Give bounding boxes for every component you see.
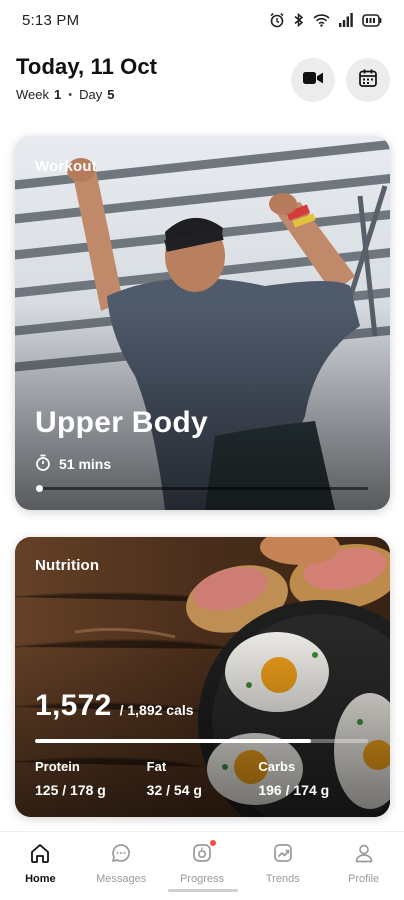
workout-title: Upper Body	[35, 406, 209, 439]
signal-icon	[339, 13, 353, 27]
macro-list: Protein 125 / 178 g Fat 32 / 54 g Carbs …	[35, 759, 370, 798]
nav-label: Trends	[265, 873, 300, 885]
nav-home[interactable]: Home	[0, 832, 81, 900]
workout-duration-text: 51 mins	[59, 456, 112, 472]
calorie-progress-fill	[35, 739, 312, 743]
macro-carbs: Carbs 196 / 174 g	[258, 759, 370, 798]
alarm-icon	[269, 12, 285, 28]
macro-target: / 54 g	[166, 782, 202, 798]
calendar-button[interactable]	[346, 58, 390, 102]
macro-target: / 178 g	[62, 782, 106, 798]
nav-trends[interactable]: Trends	[242, 832, 323, 900]
video-call-button[interactable]	[291, 58, 335, 102]
nav-label: Progress	[179, 873, 224, 885]
nutrition-card[interactable]: Nutrition 1,572 / 1,892 cals Protein 125…	[15, 537, 390, 817]
macro-name: Fat	[146, 759, 167, 774]
video-camera-icon	[302, 70, 324, 91]
day-value: 5	[107, 87, 115, 102]
home-icon	[27, 840, 53, 866]
trends-icon	[270, 840, 296, 866]
person-icon	[351, 840, 377, 866]
macro-value: 125 / 178 g	[35, 782, 147, 798]
nutrition-label: Nutrition	[35, 557, 100, 574]
workout-duration: 51 mins	[35, 454, 111, 474]
workout-card[interactable]: Workout Upper Body 51 mins	[15, 136, 390, 510]
battery-icon	[362, 13, 382, 27]
notification-badge	[208, 839, 217, 847]
day-label: Day	[79, 87, 103, 102]
workout-progress-bar	[36, 485, 368, 492]
home-indicator	[168, 889, 238, 892]
macro-consumed: 196	[258, 782, 282, 798]
header-actions	[291, 58, 390, 102]
status-bar: 5:13 PM	[0, 0, 404, 40]
week-label: Week	[16, 87, 49, 102]
header: Today, 11 Oct Week 1 • Day 5	[16, 54, 390, 106]
status-icons	[269, 12, 382, 28]
status-time: 5:13 PM	[22, 11, 80, 29]
macro-name: Carbs	[258, 759, 296, 774]
workout-label: Workout	[35, 158, 97, 175]
calories-consumed: 1,572	[35, 689, 112, 722]
calories-target: / 1,892 cals	[119, 702, 194, 718]
wifi-icon	[313, 13, 330, 27]
separator-dot: •	[68, 88, 73, 101]
macro-consumed: 125	[35, 782, 59, 798]
progress-icon	[189, 839, 217, 866]
workout-progress-indicator	[36, 485, 43, 492]
bluetooth-icon	[294, 12, 304, 28]
macro-fat: Fat 32 / 54 g	[147, 759, 259, 798]
nav-label: Home	[25, 873, 56, 885]
nav-messages[interactable]: Messages	[81, 832, 162, 900]
macro-value: 196 / 174 g	[258, 782, 370, 798]
macro-value: 32 / 54 g	[147, 782, 259, 798]
chat-bubble-icon	[108, 840, 134, 866]
nav-profile[interactable]: Profile	[323, 832, 404, 900]
macro-name: Protein	[35, 759, 80, 774]
nav-label: Profile	[347, 873, 380, 885]
calendar-icon	[358, 68, 378, 93]
stopwatch-icon	[35, 454, 51, 474]
macro-protein: Protein 125 / 178 g	[35, 759, 147, 798]
calorie-progress-bar	[35, 739, 368, 743]
calorie-summary: 1,572 / 1,892 cals	[35, 689, 194, 723]
macro-target: / 174 g	[285, 782, 330, 798]
macro-consumed: 32	[146, 782, 163, 798]
week-value: 1	[54, 87, 62, 102]
nav-label: Messages	[96, 873, 147, 885]
